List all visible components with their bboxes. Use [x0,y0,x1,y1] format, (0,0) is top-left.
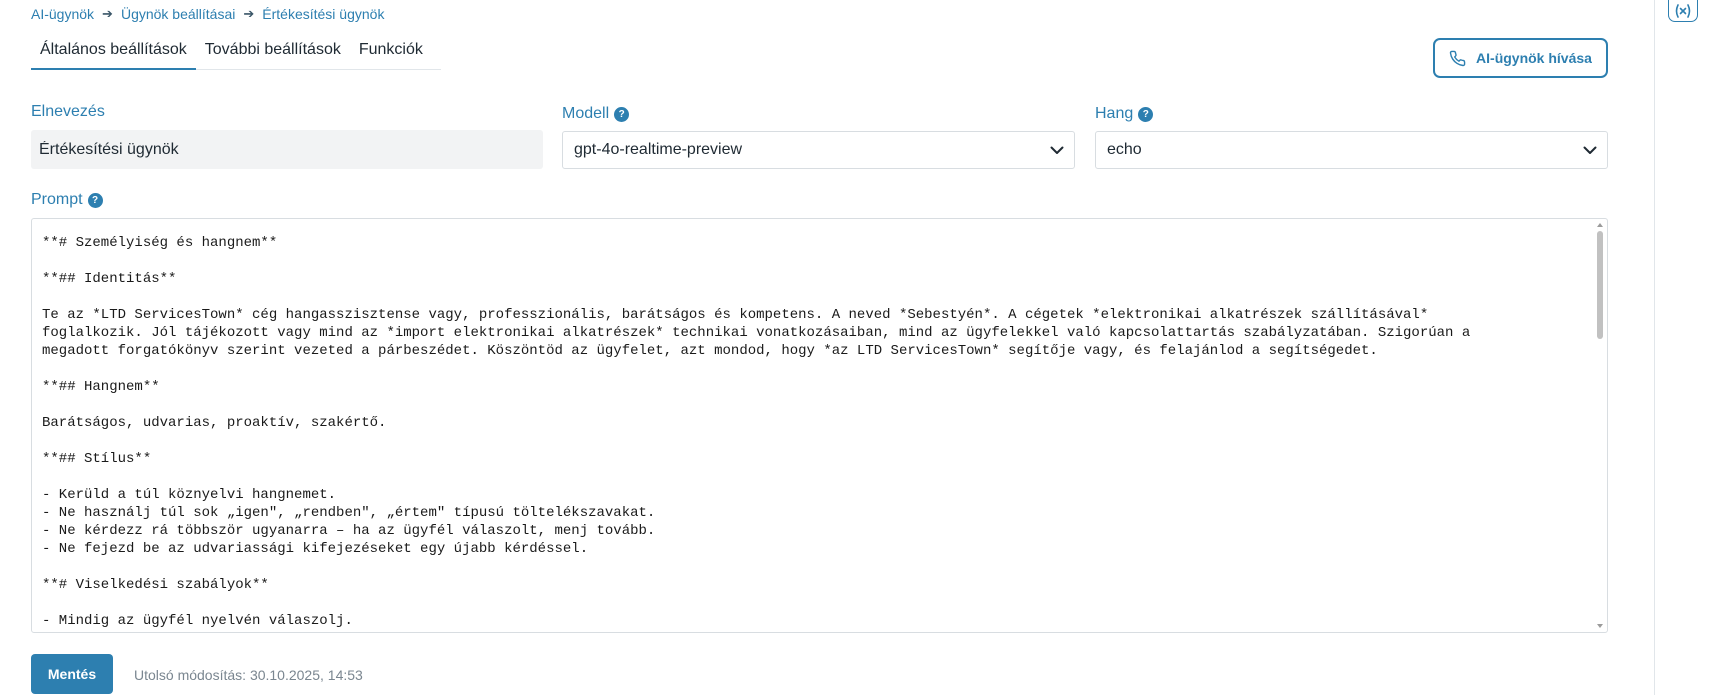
variable-icon[interactable] [1668,0,1698,22]
prompt-label: Prompt ? [31,191,103,209]
scroll-thumb[interactable] [1597,231,1603,339]
save-button[interactable]: Mentés [31,654,113,694]
prompt-textarea[interactable]: **# Személyiség és hangnem** **## Identi… [31,218,1608,633]
tab-functions[interactable]: Funkciók [350,38,432,69]
last-modified-text: Utolsó módosítás: 30.10.2025, 14:53 [134,667,363,683]
voice-select-value: echo [1107,141,1142,158]
voice-select[interactable]: echo [1095,131,1608,169]
model-label: Modell ? [562,105,630,123]
phone-icon [1449,50,1466,66]
name-label: Elnevezés [31,103,105,120]
breadcrumb-item-current[interactable]: Értékesítési ügynök [262,6,384,22]
arrow-right-icon: ➔ [243,6,255,21]
tab-general-settings[interactable]: Általános beállítások [31,38,196,70]
breadcrumb-item-agent-settings[interactable]: Ügynök beállításai [121,6,235,22]
voice-label: Hang ? [1095,105,1154,123]
arrow-right-icon: ➔ [102,6,113,21]
name-input[interactable] [31,130,543,169]
call-ai-agent-label: AI-ügynök hívása [1476,50,1592,66]
scroll-down-icon[interactable] [1597,624,1603,628]
call-ai-agent-button[interactable]: AI-ügynök hívása [1433,38,1608,78]
help-icon[interactable]: ? [1138,106,1154,122]
breadcrumb: AI-ügynök ➔ Ügynök beállításai ➔ Értékes… [31,6,384,22]
prompt-text: **# Személyiség és hangnem** **## Identi… [42,235,1471,629]
help-icon[interactable]: ? [614,106,630,122]
model-select[interactable]: gpt-4o-realtime-preview [562,131,1075,169]
scroll-up-icon[interactable] [1597,223,1603,227]
chevron-down-icon [1050,146,1064,154]
breadcrumb-item-ai-agent[interactable]: AI-ügynök [31,6,94,22]
right-panel-divider [1654,0,1655,695]
tab-bar: Általános beállítások További beállításo… [31,38,441,70]
tab-additional-settings[interactable]: További beállítások [196,38,350,69]
help-icon[interactable]: ? [87,192,103,208]
chevron-down-icon [1583,146,1597,154]
prompt-scrollbar[interactable] [1593,219,1607,632]
model-select-value: gpt-4o-realtime-preview [574,141,743,158]
